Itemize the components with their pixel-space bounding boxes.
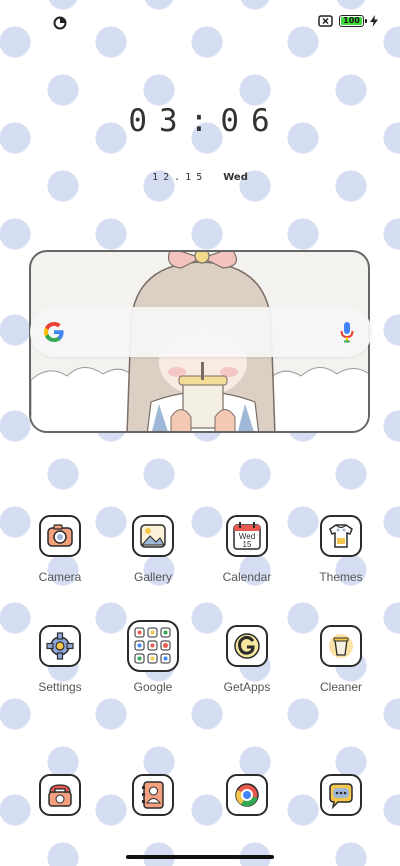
app-label: Google xyxy=(133,680,173,694)
home-indicator[interactable] xyxy=(126,855,274,859)
battery-percent: 100 xyxy=(343,16,360,25)
data-saver-icon xyxy=(53,16,67,30)
app-gallery[interactable]: Gallery xyxy=(113,515,193,584)
status-bar: 100 xyxy=(0,0,400,44)
clock-time[interactable]: 03:06 xyxy=(0,103,400,139)
phone-icon xyxy=(39,774,81,816)
app-label: Calendar xyxy=(222,570,272,584)
app-label: Camera xyxy=(38,570,82,584)
app-calendar[interactable]: Wed 15 Calendar xyxy=(207,515,287,584)
camera-icon xyxy=(39,515,81,557)
app-google-folder[interactable]: Google xyxy=(113,620,193,694)
calendar-day: 15 xyxy=(243,540,252,549)
messages-icon xyxy=(320,774,362,816)
app-label: Themes xyxy=(319,570,363,584)
app-themes[interactable]: Themes xyxy=(301,515,381,584)
getapps-icon xyxy=(226,625,268,667)
gear-icon xyxy=(39,625,81,667)
gallery-icon xyxy=(132,515,174,557)
app-camera[interactable]: Camera xyxy=(20,515,100,584)
cleaner-icon xyxy=(320,625,362,667)
google-logo-icon xyxy=(44,322,64,342)
app-label: Cleaner xyxy=(319,680,363,694)
dock-chrome[interactable] xyxy=(207,774,287,816)
contacts-icon xyxy=(132,774,174,816)
themes-icon xyxy=(320,515,362,557)
chrome-icon xyxy=(226,774,268,816)
dock-phone[interactable] xyxy=(20,774,100,816)
no-sim-icon xyxy=(318,15,333,27)
dock-contacts[interactable] xyxy=(113,774,193,816)
app-label: Settings xyxy=(38,680,82,694)
date-weekday: Wed xyxy=(223,172,248,183)
calendar-icon: Wed 15 xyxy=(226,515,268,557)
google-search-bar[interactable] xyxy=(30,307,372,357)
app-settings[interactable]: Settings xyxy=(20,625,100,694)
app-label: GetApps xyxy=(223,680,271,694)
google-folder-icon xyxy=(127,620,179,672)
app-label: Gallery xyxy=(133,570,172,584)
dock-messages[interactable] xyxy=(301,774,381,816)
battery-icon: 100 xyxy=(339,15,367,27)
app-cleaner[interactable]: Cleaner xyxy=(301,625,381,694)
clock-date[interactable]: 12.15 Wed xyxy=(0,172,400,183)
mic-icon[interactable] xyxy=(339,320,355,344)
date-numeric: 12.15 xyxy=(152,172,208,183)
charging-bolt-icon xyxy=(370,15,378,27)
page-indicator xyxy=(197,727,202,732)
status-icons: 100 xyxy=(318,15,378,27)
app-getapps[interactable]: GetApps xyxy=(207,625,287,694)
